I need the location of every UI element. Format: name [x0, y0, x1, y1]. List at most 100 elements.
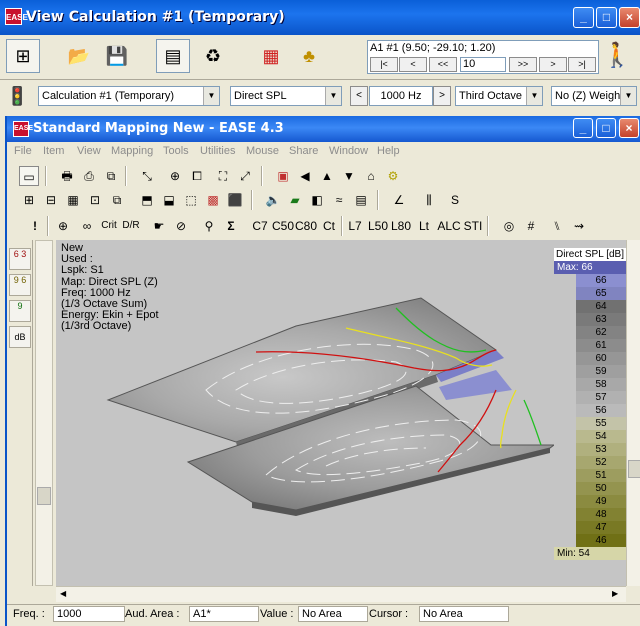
- settings-icon[interactable]: ⚙: [383, 166, 403, 186]
- sum-icon[interactable]: Σ: [221, 216, 241, 236]
- zoom-fit-icon[interactable]: ⤢: [235, 166, 255, 186]
- mapping-canvas[interactable]: New Used : Lspk: S1 Map: Direct SPL (Z) …: [56, 240, 626, 586]
- chart-icon[interactable]: ⫼: [419, 190, 439, 210]
- nav-next-fast-button[interactable]: >>: [509, 57, 537, 72]
- bandwidth-select[interactable]: Third Octave ▼: [455, 86, 543, 106]
- nav-step-input[interactable]: 10: [460, 57, 506, 72]
- nav-next-button[interactable]: >: [539, 57, 567, 72]
- mapping-titlebar[interactable]: EASE Standard Mapping New - EASE 4.3 _ □…: [7, 116, 640, 142]
- left-scroll-thumb[interactable]: [37, 487, 51, 505]
- menu-utilities[interactable]: Utilities: [200, 145, 235, 157]
- spiral-icon[interactable]: ◎: [499, 216, 519, 236]
- grid-layout-icon[interactable]: ⊟: [41, 190, 61, 210]
- scroll-right-icon[interactable]: ▶: [612, 589, 622, 600]
- pattern-icon[interactable]: ▤: [351, 190, 371, 210]
- freq-up-button[interactable]: >: [433, 86, 451, 106]
- stool-icon[interactable]: ⑊: [547, 216, 567, 236]
- map-tool-63[interactable]: 6 3: [9, 248, 31, 270]
- l80-button[interactable]: L80: [390, 216, 412, 236]
- room-icon[interactable]: ⬚: [181, 190, 201, 210]
- grid-view-icon[interactable]: ⊞: [19, 190, 39, 210]
- mapping-maximize-button[interactable]: □: [596, 118, 616, 138]
- d-r-icon[interactable]: D/R: [121, 216, 141, 236]
- layers-icon[interactable]: ⧉: [107, 190, 127, 210]
- frequency-field[interactable]: 1000 Hz: [369, 86, 433, 106]
- document-icon[interactable]: ▤: [156, 39, 190, 73]
- mapping-minimize-button[interactable]: _: [573, 118, 593, 138]
- link-icon[interactable]: ∞: [77, 216, 97, 236]
- window-icon[interactable]: ▭: [19, 166, 39, 186]
- menu-tools[interactable]: Tools: [163, 145, 189, 157]
- outer-titlebar[interactable]: EASE View Calculation #1 (Temporary) _ □…: [0, 0, 640, 35]
- export-icon[interactable]: ⧉: [101, 166, 121, 186]
- green-area-icon[interactable]: ▰: [285, 190, 305, 210]
- hand-icon[interactable]: ☛: [149, 216, 169, 236]
- calculation-select[interactable]: Calculation #1 (Temporary) ▼: [38, 86, 220, 106]
- left-scrollbar[interactable]: [35, 240, 53, 586]
- angle-icon[interactable]: ∠: [389, 190, 409, 210]
- arrow-down-icon[interactable]: ▼: [339, 166, 359, 186]
- menu-window[interactable]: Window: [329, 145, 368, 157]
- menu-view[interactable]: View: [77, 145, 101, 157]
- map-tool-9[interactable]: 9: [9, 300, 31, 322]
- print-setup-icon[interactable]: ⎙: [79, 166, 99, 186]
- probe-icon[interactable]: ⚲: [199, 216, 219, 236]
- run-figure-icon[interactable]: 🚶: [600, 39, 634, 73]
- alc-button[interactable]: ALC: [437, 216, 461, 236]
- box-open-icon[interactable]: ⬓: [159, 190, 179, 210]
- c80-button[interactable]: C80: [295, 216, 317, 236]
- weighting-select[interactable]: No (Z) Weigh ▼: [551, 86, 637, 106]
- speaker-icon[interactable]: 🔈: [263, 190, 283, 210]
- zoom-extents-icon[interactable]: ⛶: [213, 166, 233, 186]
- map-tool-96[interactable]: 9 6: [9, 274, 31, 296]
- menu-share[interactable]: Share: [289, 145, 318, 157]
- nav-prev-fast-button[interactable]: <<: [429, 57, 457, 72]
- grid-sub-icon[interactable]: ⊡: [85, 190, 105, 210]
- menu-mouse[interactable]: Mouse: [246, 145, 279, 157]
- alert-icon[interactable]: !: [25, 216, 45, 236]
- menu-help[interactable]: Help: [377, 145, 400, 157]
- settings-wave-icon[interactable]: ⇝: [569, 216, 589, 236]
- horizontal-scrollbar[interactable]: ◀ ▶: [56, 586, 626, 602]
- chevron-down-icon[interactable]: ▼: [526, 87, 542, 105]
- traffic-light-icon[interactable]: 🚦: [6, 86, 28, 110]
- camera-icon[interactable]: ▣: [273, 166, 293, 186]
- mapping-close-button[interactable]: ×: [619, 118, 639, 138]
- home-icon[interactable]: ⌂: [361, 166, 381, 186]
- arrow-left-icon[interactable]: ◀: [295, 166, 315, 186]
- right-scrollbar[interactable]: [626, 240, 640, 586]
- close-button[interactable]: ×: [619, 7, 640, 28]
- hash-grid-icon[interactable]: #: [521, 216, 541, 236]
- grid-detail-icon[interactable]: ▦: [63, 190, 83, 210]
- chevron-down-icon[interactable]: ▼: [203, 87, 219, 105]
- l50-button[interactable]: L50: [367, 216, 389, 236]
- maximize-button[interactable]: □: [596, 7, 617, 28]
- audience-icon[interactable]: ♣: [292, 39, 326, 73]
- split-view-icon[interactable]: ◧: [307, 190, 327, 210]
- pick-icon[interactable]: ⤡: [137, 166, 157, 186]
- zoom-window-icon[interactable]: ⧠: [187, 166, 207, 186]
- menu-item[interactable]: Item: [43, 145, 64, 157]
- nav-last-button[interactable]: >|: [568, 57, 596, 72]
- print-icon[interactable]: 🖶: [57, 166, 77, 186]
- crosshair-icon[interactable]: ⊕: [165, 166, 185, 186]
- l7-button[interactable]: L7: [344, 216, 366, 236]
- target-icon[interactable]: ⊕: [53, 216, 73, 236]
- lt-button[interactable]: Lt: [413, 216, 435, 236]
- ct-button[interactable]: Ct: [318, 216, 340, 236]
- mapping-color-icon[interactable]: ▦: [254, 39, 288, 73]
- color-grid-icon[interactable]: ▩: [203, 190, 223, 210]
- c50-button[interactable]: C50: [272, 216, 294, 236]
- chevron-down-icon[interactable]: ▼: [620, 87, 636, 105]
- freq-down-button[interactable]: <: [350, 86, 368, 106]
- c7-button[interactable]: C7: [249, 216, 271, 236]
- nav-prev-button[interactable]: <: [399, 57, 427, 72]
- chevron-down-icon[interactable]: ▼: [325, 87, 341, 105]
- arrow-up-icon[interactable]: ▲: [317, 166, 337, 186]
- menu-file[interactable]: File: [14, 145, 32, 157]
- quantity-select[interactable]: Direct SPL ▼: [230, 86, 342, 106]
- nav-first-button[interactable]: |<: [370, 57, 398, 72]
- area-icon[interactable]: ⬛: [225, 190, 245, 210]
- open-folder-icon[interactable]: 📂: [62, 39, 96, 73]
- scroll-left-icon[interactable]: ◀: [60, 589, 70, 600]
